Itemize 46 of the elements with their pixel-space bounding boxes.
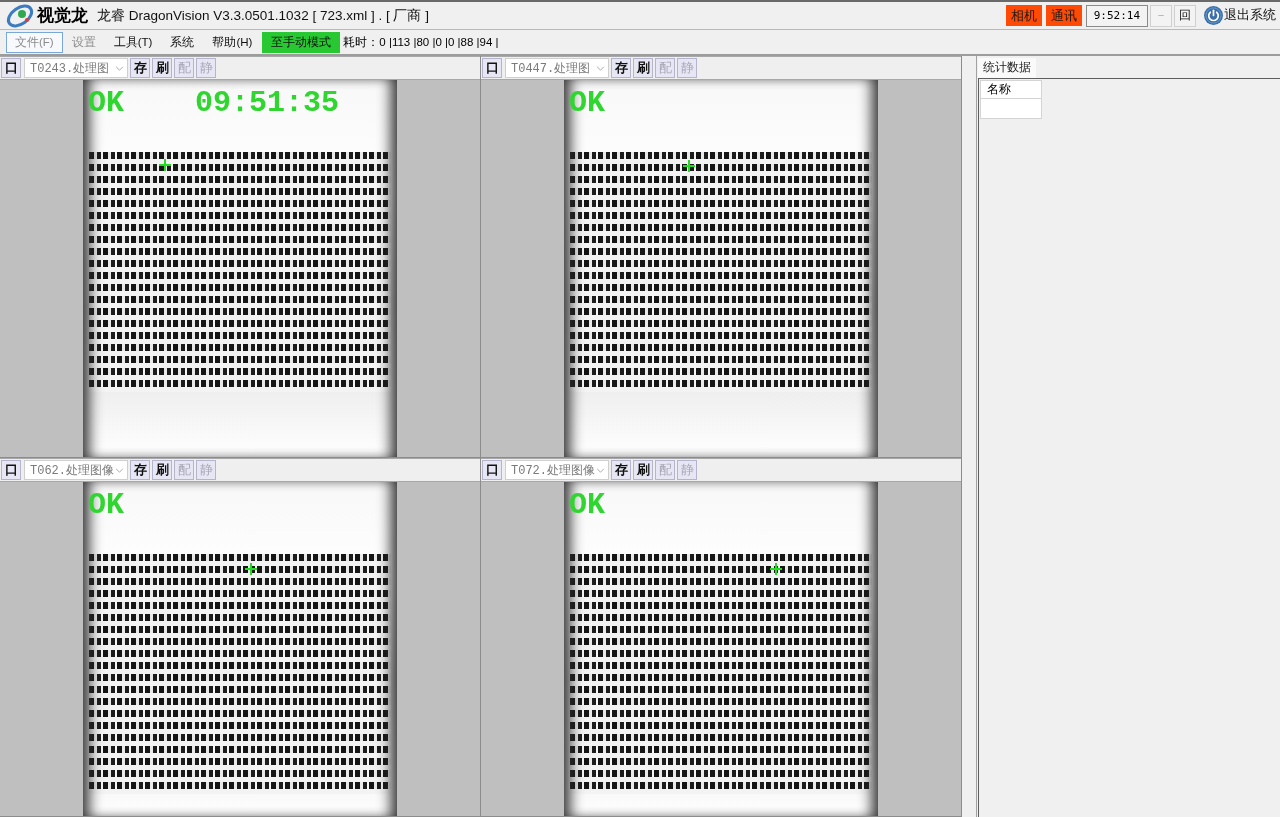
logo-text: 视觉龙 [37, 5, 88, 27]
tool-button[interactable]: 存 [611, 460, 631, 480]
result-label: OK [569, 86, 605, 120]
timing-text: 耗时：0 |113 |80 |0 |0 |88 |94 | [343, 34, 499, 50]
window-title: 龙睿 DragonVision V3.3.0501.1032 [ 723.xml ] . [ 厂商 ] [97, 6, 429, 25]
power-icon [1204, 6, 1223, 25]
tool-button[interactable]: 存 [130, 58, 150, 78]
status-indicator: 通讯 [1045, 5, 1082, 26]
result-label: OK [88, 488, 124, 522]
stats-tab[interactable]: 统计数据 [978, 58, 1036, 78]
tool-button[interactable]: 存 [611, 58, 631, 78]
source-dropdown[interactable]: T0447.处理图 [505, 58, 609, 78]
result-label: OK [569, 488, 605, 522]
menu-item[interactable]: 系统 [161, 31, 204, 53]
status-indicator: 相机 [1005, 5, 1042, 26]
toggle-button[interactable]: 口 [482, 460, 502, 480]
clock: 9:52:14 [1085, 4, 1148, 27]
menu-item[interactable]: 工具(T) [104, 31, 162, 53]
crosshair-icon [159, 159, 171, 171]
crosshair-icon [683, 160, 695, 172]
toggle-button[interactable]: 口 [482, 58, 502, 78]
tool-button[interactable]: 刷 [152, 460, 172, 480]
tool-button[interactable]: 刷 [633, 460, 653, 480]
source-dropdown[interactable]: T062.处理图像 [24, 460, 128, 480]
empty-table-cell [980, 99, 1042, 119]
timestamp-label: 09:51:35 [195, 86, 340, 120]
mode-button[interactable]: 至手动模式 [262, 31, 341, 53]
toggle-button[interactable]: 口 [1, 58, 21, 78]
chevron-icon [115, 467, 124, 473]
chevron-icon [115, 65, 124, 71]
result-label: OK [88, 86, 124, 120]
chevron-icon [596, 65, 605, 71]
window-button[interactable]: 回 [1174, 4, 1196, 27]
crosshair-icon [770, 563, 782, 575]
crosshair-icon [245, 563, 257, 575]
chevron-icon [596, 467, 605, 473]
source-dropdown[interactable]: T072.处理图像 [505, 460, 609, 480]
toggle-button[interactable]: 口 [1, 460, 21, 480]
source-dropdown[interactable]: T0243.处理图 [24, 58, 128, 78]
tool-button[interactable]: 存 [130, 460, 150, 480]
tool-button[interactable]: 刷 [152, 58, 172, 78]
tool-button[interactable]: 刷 [633, 58, 653, 78]
exit-button[interactable]: 退出系统 [1198, 3, 1280, 28]
menu-item[interactable]: 帮助(H) [203, 31, 262, 53]
logo-icon [5, 3, 35, 28]
column-header: 名称 [980, 80, 1042, 99]
